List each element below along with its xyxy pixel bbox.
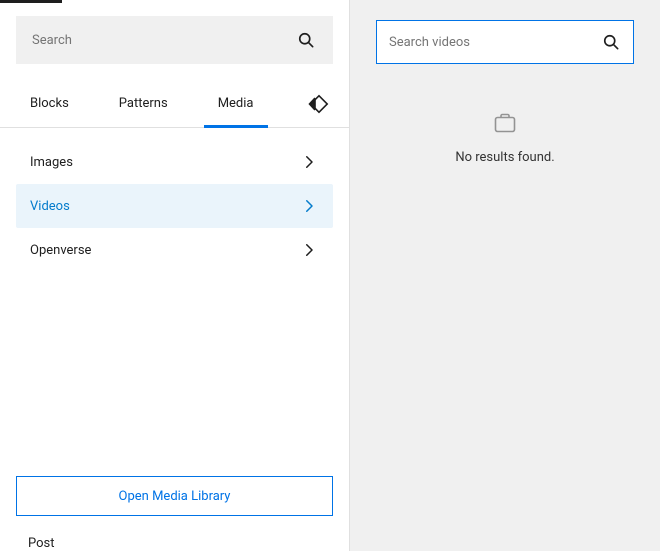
media-category-videos[interactable]: Videos <box>16 184 333 228</box>
search-container <box>0 0 349 80</box>
media-results-panel: No results found. <box>350 0 660 551</box>
inserter-tabs: Blocks Patterns Media <box>0 80 349 128</box>
media-category-label: Openverse <box>30 243 91 258</box>
search-icon <box>601 32 621 52</box>
chevron-right-icon <box>299 196 319 216</box>
post-label: Post <box>0 532 349 551</box>
search-icon <box>295 29 317 51</box>
media-category-label: Videos <box>30 199 70 214</box>
media-category-openverse[interactable]: Openverse <box>16 228 333 272</box>
inserter-search-input[interactable] <box>32 33 295 48</box>
collapse-icon[interactable] <box>307 92 331 116</box>
tab-patterns[interactable]: Patterns <box>105 80 182 127</box>
inserter-footer: Open Media Library <box>0 460 349 532</box>
media-empty-icon <box>493 112 517 134</box>
media-category-label: Images <box>30 155 73 170</box>
media-search[interactable] <box>376 20 634 64</box>
media-category-list: Images Videos Openverse <box>0 128 349 284</box>
empty-state: No results found. <box>455 112 554 165</box>
tab-media[interactable]: Media <box>204 80 268 127</box>
chevron-right-icon <box>299 152 319 172</box>
media-search-input[interactable] <box>389 35 601 50</box>
top-accent-bar <box>0 0 62 3</box>
tab-blocks[interactable]: Blocks <box>16 80 83 127</box>
inserter-panel: Blocks Patterns Media Images Videos Open <box>0 0 350 551</box>
inserter-search[interactable] <box>16 16 333 64</box>
empty-message: No results found. <box>455 150 554 165</box>
open-media-library-button[interactable]: Open Media Library <box>16 476 333 516</box>
media-category-images[interactable]: Images <box>16 140 333 184</box>
chevron-right-icon <box>299 240 319 260</box>
